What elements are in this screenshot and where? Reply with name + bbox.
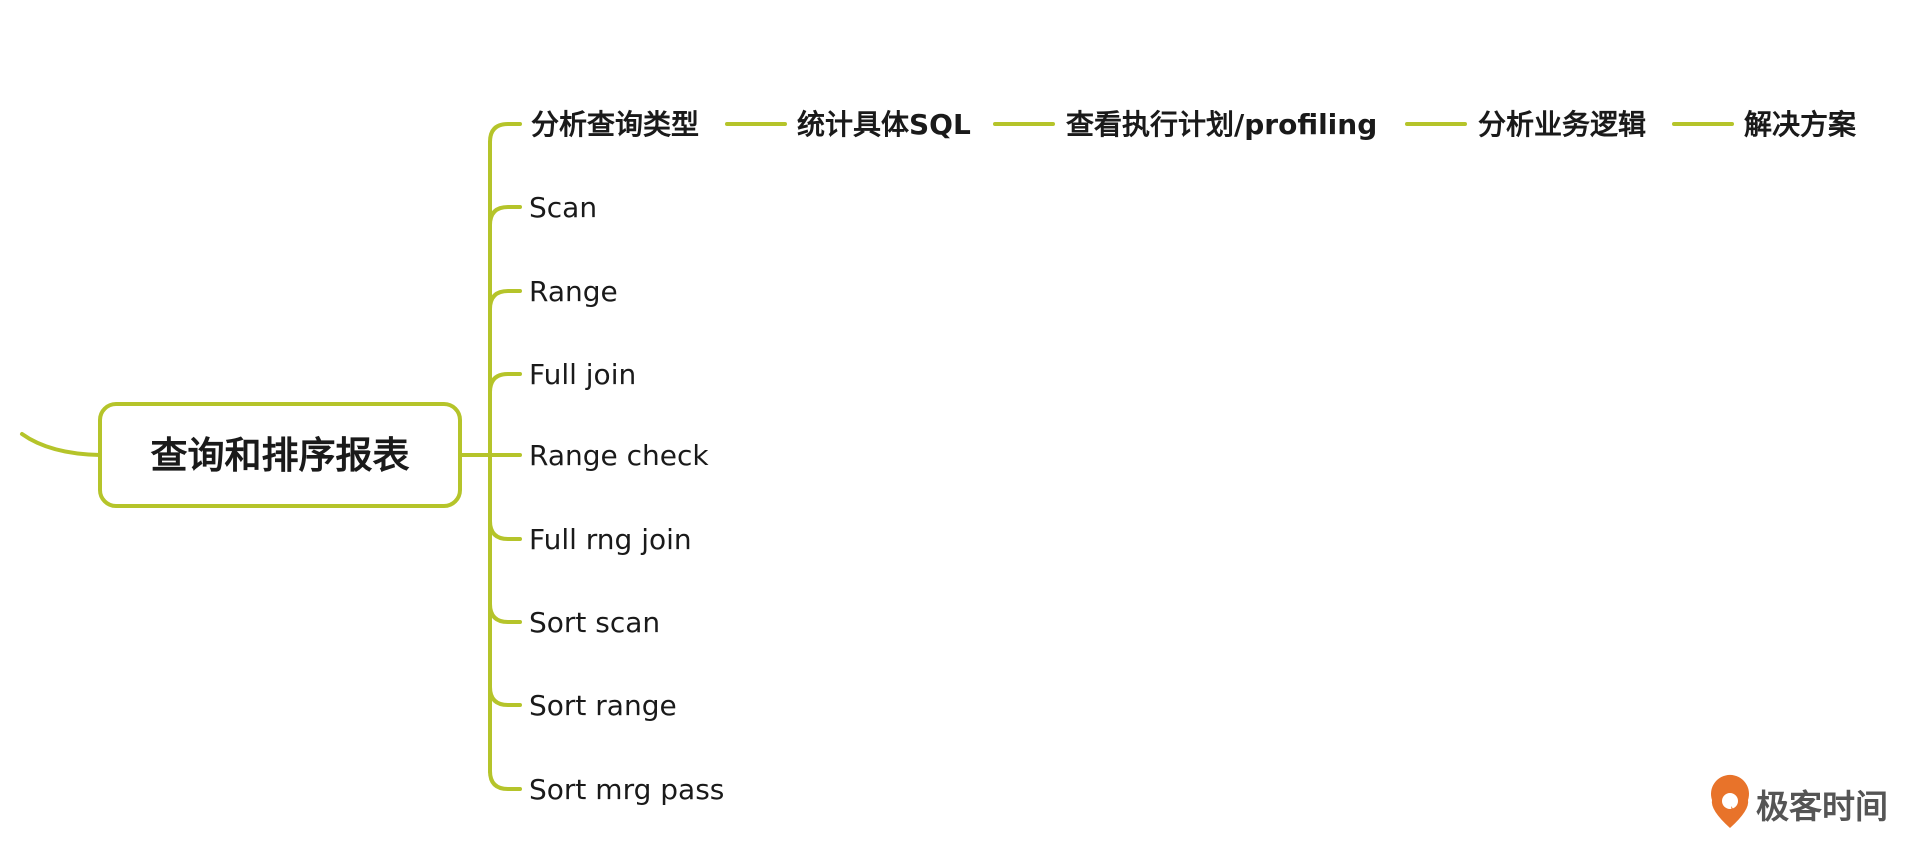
workflow-step-1[interactable]: 分析查询类型 xyxy=(531,108,699,141)
branch-range[interactable]: Range xyxy=(529,275,618,308)
branch-sort-range[interactable]: Sort range xyxy=(529,689,677,722)
workflow-step-4[interactable]: 分析业务逻辑 xyxy=(1478,108,1646,141)
brand-watermark: 极客时间 xyxy=(1711,774,1888,828)
branch-full-join[interactable]: Full join xyxy=(529,358,636,391)
branch-full-rng-join[interactable]: Full rng join xyxy=(529,523,692,556)
workflow-step-2[interactable]: 统计具体SQL xyxy=(797,108,971,141)
workflow-chain: 分析查询类型 统计具体SQL 查看执行计划/profiling 分析业务逻辑 解… xyxy=(531,108,1857,141)
branch-scan[interactable]: Scan xyxy=(529,191,597,224)
brand-name: 极客时间 xyxy=(1756,787,1888,826)
central-topic-label: 查询和排序报表 xyxy=(151,434,410,477)
branch-spine xyxy=(488,122,522,791)
branch-range-check[interactable]: Range check xyxy=(529,439,709,472)
workflow-step-3[interactable]: 查看执行计划/profiling xyxy=(1066,108,1377,141)
branch-sort-scan[interactable]: Sort scan xyxy=(529,606,660,639)
brand-logo-icon xyxy=(1711,774,1750,828)
query-type-branches: Scan Range Full join Range check Full rn… xyxy=(529,191,724,806)
parent-connector xyxy=(20,432,102,457)
mind-map-canvas: 查询和排序报表 分析查询类型 统计具体SQL 查看执行计划/profiling … xyxy=(20,108,1888,828)
branch-sort-mrg-pass[interactable]: Sort mrg pass xyxy=(529,773,724,806)
workflow-step-5[interactable]: 解决方案 xyxy=(1744,108,1857,141)
